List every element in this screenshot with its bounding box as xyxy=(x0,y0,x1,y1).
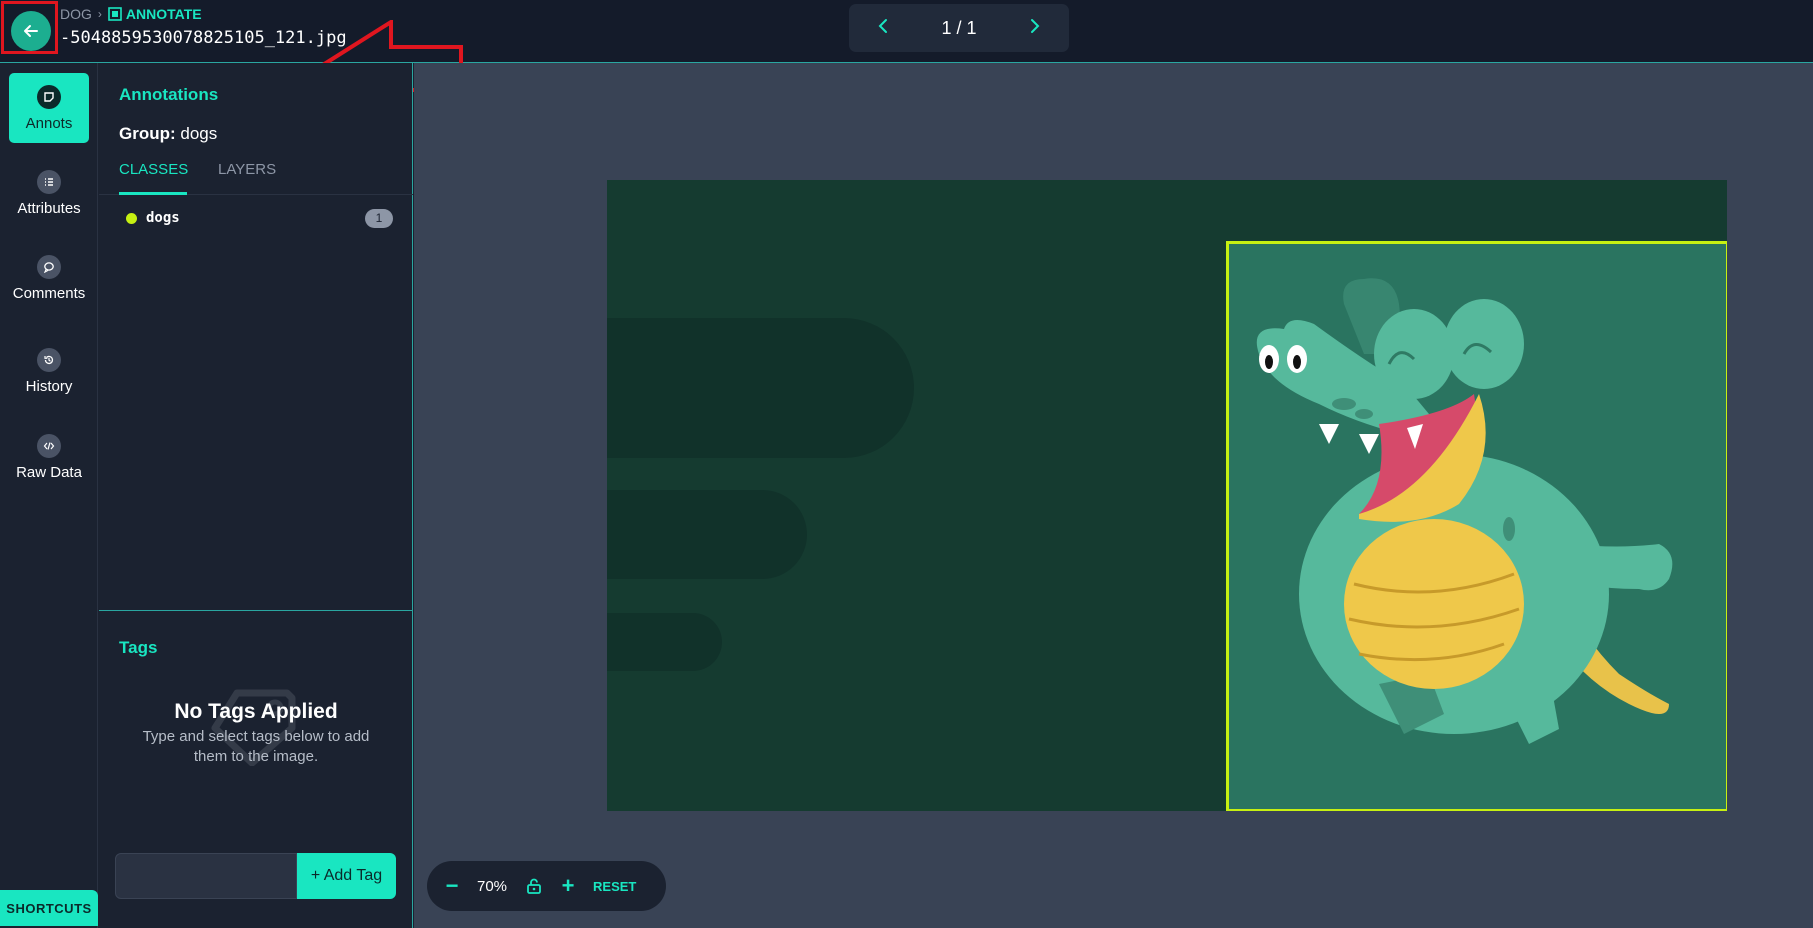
crocodile-illustration xyxy=(1256,278,1673,744)
add-tag-button[interactable]: + Add Tag xyxy=(297,853,396,899)
next-image-button[interactable] xyxy=(1023,18,1047,39)
panel-divider xyxy=(99,610,413,611)
bounding-box-dogs[interactable] xyxy=(1226,241,1727,811)
panel-title: Annotations xyxy=(119,85,219,104)
zoom-level: 70% xyxy=(477,877,508,895)
class-count-badge: 1 xyxy=(365,208,393,228)
annotation-canvas[interactable]: − 70% + RESET xyxy=(414,63,1813,928)
zoom-out-button[interactable]: − xyxy=(445,873,459,899)
class-row-dogs[interactable]: dogs 1 xyxy=(119,206,393,230)
annotated-image[interactable] xyxy=(607,180,1727,811)
breadcrumb-annotate: ANNOTATE xyxy=(108,6,202,22)
nav-annots-label: Annots xyxy=(25,114,73,132)
background-stripe xyxy=(607,613,722,671)
group-line: Group: dogs xyxy=(119,124,217,144)
nav-attributes[interactable]: Attributes xyxy=(9,158,89,228)
unlock-icon[interactable] xyxy=(525,877,543,895)
chevron-right-icon: › xyxy=(97,7,102,21)
tag-input[interactable] xyxy=(115,853,297,899)
reset-zoom-button[interactable]: RESET xyxy=(593,879,636,894)
annotations-panel: Annotations Group: dogs CLASSES LAYERS d… xyxy=(99,63,413,928)
group-value: dogs xyxy=(180,124,218,143)
nav-comments-label: Comments xyxy=(12,284,86,302)
zoom-toolbar: − 70% + RESET xyxy=(427,861,666,911)
nav-raw-data[interactable]: Raw Data xyxy=(9,422,89,492)
back-button[interactable] xyxy=(11,11,51,51)
arrow-left-icon xyxy=(24,25,38,37)
nav-raw-data-label: Raw Data xyxy=(16,463,82,481)
top-bar: DOG › ANNOTATE -5048859530078825105_121.… xyxy=(0,0,1813,63)
image-pager: 1 / 1 xyxy=(849,4,1069,52)
zoom-in-button[interactable]: + xyxy=(561,873,575,899)
tags-title: Tags xyxy=(119,638,158,657)
group-label: Group: xyxy=(119,124,176,143)
background-stripe xyxy=(607,318,914,458)
file-name: -5048859530078825105_121.jpg xyxy=(60,28,347,48)
annotate-icon xyxy=(108,7,122,21)
no-tags-subtitle: Type and select tags below to add them t… xyxy=(142,728,370,765)
history-icon xyxy=(37,347,61,372)
chevron-right-icon xyxy=(1031,18,1040,33)
code-icon xyxy=(37,433,61,458)
tab-classes[interactable]: CLASSES xyxy=(119,161,188,195)
nav-comments[interactable]: Comments xyxy=(9,243,89,313)
back-button-highlight xyxy=(1,1,58,54)
breadcrumb-dataset[interactable]: DOG xyxy=(60,6,92,22)
tab-layers[interactable]: LAYERS xyxy=(218,161,276,195)
prev-image-button[interactable] xyxy=(871,18,895,39)
class-color-dot xyxy=(126,212,137,224)
panel-tabs: CLASSES LAYERS xyxy=(99,161,413,195)
left-nav: Annots Attributes Comments History Raw D… xyxy=(0,63,98,928)
nav-annots[interactable]: Annots xyxy=(9,73,89,143)
chevron-left-icon xyxy=(878,18,887,33)
background-stripe xyxy=(607,490,807,579)
nav-history-label: History xyxy=(25,377,73,395)
note-icon xyxy=(37,84,61,109)
nav-history[interactable]: History xyxy=(9,336,89,406)
nav-attributes-label: Attributes xyxy=(17,199,81,217)
list-icon xyxy=(37,169,61,194)
comment-icon xyxy=(37,254,61,279)
class-name: dogs xyxy=(146,210,180,226)
breadcrumb: DOG › ANNOTATE xyxy=(60,6,202,22)
shortcuts-button[interactable]: SHORTCUTS xyxy=(0,890,98,926)
breadcrumb-annotate-label: ANNOTATE xyxy=(125,6,202,22)
pager-count: 1 / 1 xyxy=(941,17,977,38)
no-tags-title: No Tags Applied xyxy=(174,700,338,723)
